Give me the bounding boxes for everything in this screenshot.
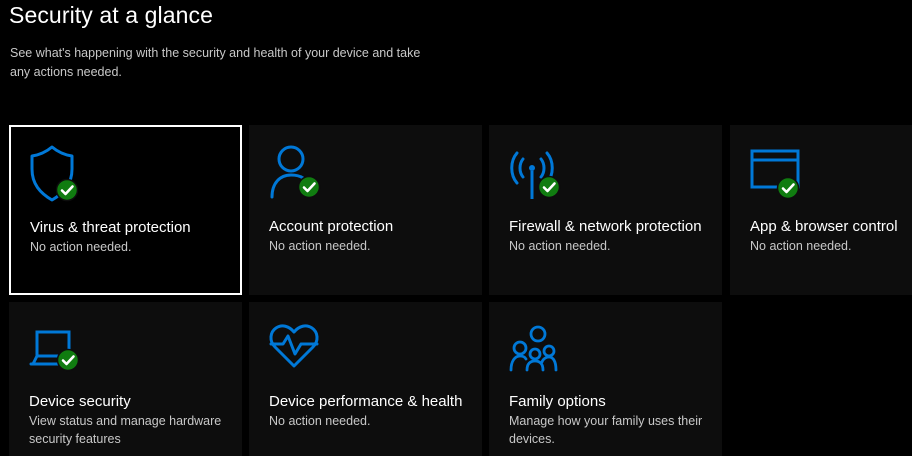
tile-status: No action needed. <box>750 239 852 253</box>
tile-title: Account protection <box>269 218 394 235</box>
tile-title: Firewall & network protection <box>509 218 702 235</box>
tile-status: No action needed. <box>269 239 371 253</box>
browser-window-icon <box>750 145 814 205</box>
wifi-antenna-icon <box>509 145 573 205</box>
tile-status: No action needed. <box>269 414 371 428</box>
check-circle-icon <box>56 348 80 372</box>
tile-device-performance-health[interactable]: Device performance & health No action ne… <box>249 302 482 456</box>
tile-family-options[interactable]: Family options Manage how your family us… <box>489 302 722 456</box>
tile-title: Virus & threat protection <box>30 219 191 236</box>
check-circle-icon <box>776 176 800 200</box>
tile-virus-threat-protection[interactable]: Virus & threat protection No action need… <box>9 125 242 295</box>
check-circle-icon <box>55 178 79 202</box>
tile-title: Family options <box>509 393 606 410</box>
shield-icon <box>29 145 93 205</box>
tile-title: Device performance & health <box>269 393 463 410</box>
tile-status: Manage how your family uses their device… <box>509 414 703 446</box>
check-circle-icon <box>537 175 561 199</box>
check-circle-icon <box>297 175 321 199</box>
tile-status: View status and manage hardware security… <box>29 414 222 446</box>
page-title: Security at a glance <box>9 2 214 28</box>
page-subtitle: See what's happening with the security a… <box>10 46 421 79</box>
family-icon <box>509 322 573 382</box>
tile-title: App & browser control <box>750 218 898 235</box>
windows-security-home: Security at a glance See what's happenin… <box>0 0 912 456</box>
heart-pulse-icon <box>269 322 333 382</box>
tile-device-security[interactable]: Device security View status and manage h… <box>9 302 242 456</box>
tile-firewall-network-protection[interactable]: Firewall & network protection No action … <box>489 125 722 295</box>
laptop-icon <box>29 322 93 382</box>
tile-status: No action needed. <box>509 239 611 253</box>
tile-app-browser-control[interactable]: App & browser control No action needed. <box>730 125 912 295</box>
tile-title: Device security <box>29 393 131 410</box>
tile-account-protection[interactable]: Account protection No action needed. <box>249 125 482 295</box>
tile-status: No action needed. <box>30 240 132 254</box>
person-icon <box>269 145 333 205</box>
